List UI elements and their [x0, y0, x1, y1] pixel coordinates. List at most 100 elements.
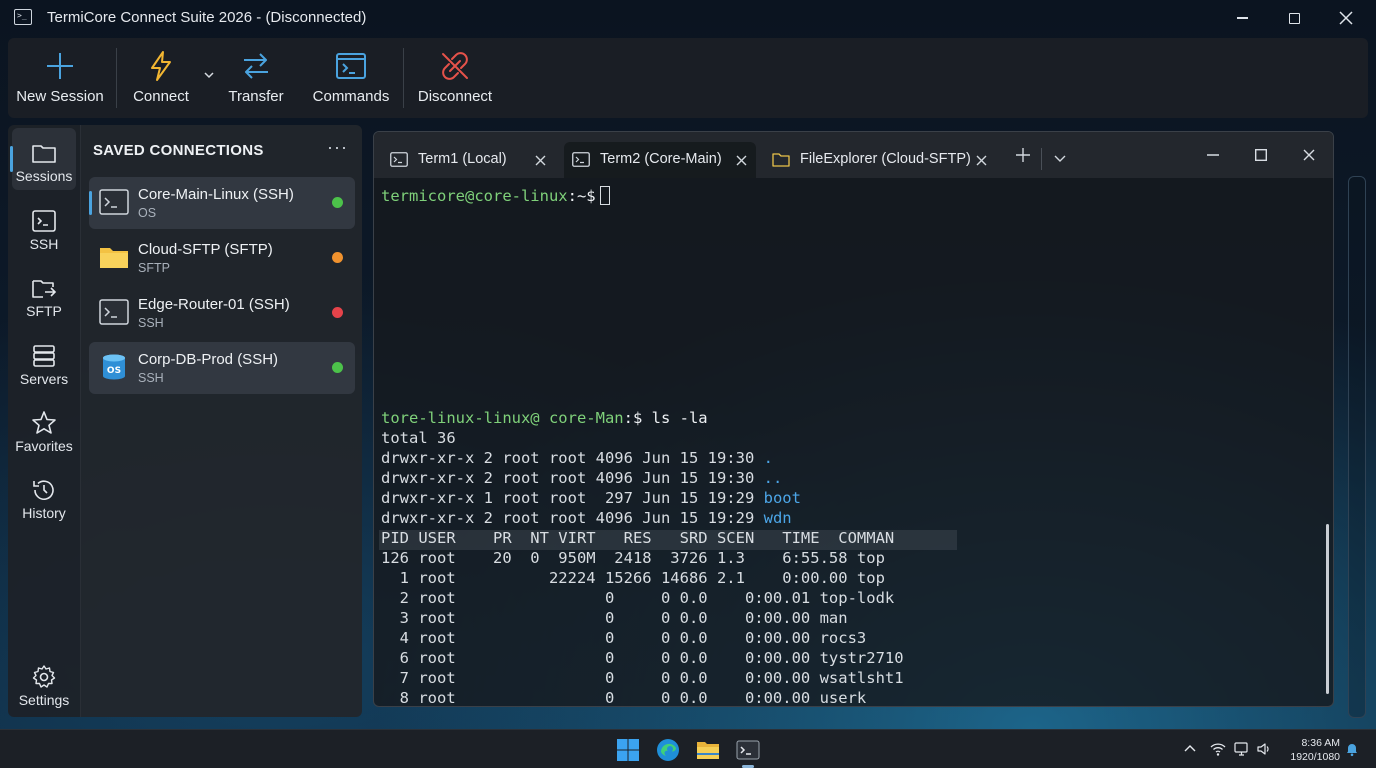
connection-item-cloud-sftp[interactable]: Cloud-SFTP (SFTP) SFTP: [89, 232, 355, 284]
rail-item-sftp[interactable]: SFTP: [12, 263, 76, 325]
rail-item-ssh[interactable]: SSH: [12, 196, 76, 258]
folder-transfer-icon: [32, 280, 57, 298]
connection-item-corp-db-prod[interactable]: OS Corp-DB-Prod (SSH) SSH: [89, 342, 355, 394]
process-row: 1 root 22224 15266 14686 2.1 0:00.00 top: [381, 569, 885, 587]
status-indicator: [332, 197, 343, 208]
new-session-button[interactable]: New Session: [14, 38, 106, 118]
rail-item-history[interactable]: History: [12, 465, 76, 527]
terminal-icon: [572, 152, 590, 167]
tab-label: Term1 (Local): [418, 151, 507, 167]
clock-time: 8:36 AM: [1301, 737, 1340, 749]
ribbon-divider: [116, 48, 117, 108]
connection-type: SFTP: [138, 261, 170, 275]
terminal-icon: [32, 210, 56, 232]
ribbon-toolbar: New Session Connect Transfer Commands Di…: [8, 38, 1368, 118]
disconnect-button[interactable]: Disconnect: [414, 38, 496, 118]
wifi-icon[interactable]: [1210, 741, 1226, 757]
file-explorer-icon[interactable]: [696, 738, 720, 762]
rail-label: Servers: [19, 371, 69, 387]
close-tab-icon[interactable]: [736, 155, 747, 166]
saved-connections-panel: SAVED CONNECTIONS ··· Core-Main-Linux (S…: [80, 125, 362, 717]
database-icon: OS: [103, 354, 125, 380]
maximize-button[interactable]: [1270, 0, 1318, 36]
ls-dir-name: wdn: [763, 509, 792, 527]
prompt-line: termicore@core-linux:~$: [381, 186, 610, 206]
lightning-icon: [151, 51, 171, 81]
app-terminal-icon: >_: [14, 9, 32, 25]
rail-item-settings[interactable]: Settings: [12, 652, 76, 714]
folder-icon: [100, 248, 128, 268]
terminal-window: Term1 (Local) Term2 (Core-Main) FileExpl…: [373, 131, 1334, 707]
close-button[interactable]: [1322, 0, 1370, 36]
terminal-icon: [390, 152, 408, 167]
ls-perm: drwxr-xr-x 1 root root 297 Jun 15 19:29: [381, 489, 764, 507]
panel-title: SAVED CONNECTIONS: [93, 142, 264, 159]
output-line: total 36: [381, 429, 456, 447]
process-row: 8 root 0 0 0.0 0:00.00 userk: [381, 689, 867, 707]
connection-name: Core-Main-Linux (SSH): [138, 186, 294, 203]
tab-list-chevron-icon[interactable]: [1054, 153, 1066, 163]
new-tab-plus-icon[interactable]: [1016, 148, 1030, 162]
window-scrollbar-track[interactable]: [1348, 176, 1366, 718]
maximize-icon: [1288, 12, 1300, 24]
rail-label: History: [22, 505, 66, 521]
ls-dir-name: boot: [763, 489, 801, 507]
close-tab-icon[interactable]: [976, 155, 987, 166]
notification-bell-icon[interactable]: [1344, 741, 1360, 757]
status-indicator: [332, 252, 343, 263]
close-icon: [1339, 11, 1353, 25]
system-clock[interactable]: 8:36 AM 1920/1080: [1284, 736, 1340, 764]
transfer-button[interactable]: Transfer: [222, 38, 290, 118]
ls-dir-name: ..: [763, 469, 783, 487]
maximize-icon: [1255, 149, 1267, 161]
minimize-icon: [1236, 17, 1248, 19]
gear-icon: [32, 665, 56, 688]
tab-divider: [1041, 148, 1042, 170]
tab-label: FileExplorer (Cloud-SFTP): [800, 151, 971, 167]
rail-item-sessions[interactable]: Sessions: [10, 128, 76, 190]
process-table-header: PID USER PR NT VIRT RES SRD SCEN TIME CO…: [381, 529, 895, 547]
minimize-button[interactable]: [1218, 0, 1266, 36]
database-icon-text: OS: [107, 366, 121, 376]
terminal-screen[interactable]: termicore@core-linux:~$ tore-linux-linux…: [374, 178, 1333, 707]
taskbar: 8:36 AM 1920/1080: [0, 729, 1376, 768]
rail-label: SFTP: [26, 303, 62, 319]
edge-browser-icon[interactable]: [656, 738, 680, 762]
process-row: 4 root 0 0 0.0 0:00.00 rocs3: [381, 629, 867, 647]
terminal-maximize-button[interactable]: [1250, 144, 1272, 166]
title-bar: >_ TermiCore Connect Suite 2026 - (Disco…: [0, 0, 1376, 36]
process-row: 7 root 0 0 0.0 0:00.00 wsatlsht1: [381, 669, 904, 687]
rail-item-servers[interactable]: Servers: [12, 331, 76, 393]
windows-start-icon[interactable]: [616, 738, 640, 762]
tab-term2[interactable]: Term2 (Core-Main): [564, 142, 756, 178]
tab-term1[interactable]: Term1 (Local): [382, 142, 558, 178]
connect-button[interactable]: Connect: [128, 38, 194, 118]
new-session-label: New Session: [16, 88, 104, 105]
terminal-minimize-button[interactable]: [1202, 144, 1224, 166]
ls-perm: drwxr-xr-x 2 root root 4096 Jun 15 19:30: [381, 469, 764, 487]
terminal-close-button[interactable]: [1298, 144, 1320, 166]
rail-item-favorites[interactable]: Favorites: [12, 398, 76, 460]
chevron-up-icon[interactable]: [1182, 741, 1198, 757]
star-icon: [32, 411, 56, 434]
broken-link-icon: [442, 52, 468, 80]
more-options-icon[interactable]: ···: [327, 137, 348, 158]
rail-label: Sessions: [15, 168, 73, 184]
ls-row: drwxr-xr-x 2 root root 4096 Jun 15 19:29…: [381, 508, 792, 528]
connection-item-edge-router[interactable]: Edge-Router-01 (SSH) SSH: [89, 287, 355, 339]
connection-type: OS: [138, 206, 157, 220]
display-icon[interactable]: [1234, 741, 1250, 757]
tab-file-explorer[interactable]: FileExplorer (Cloud-SFTP): [764, 142, 1000, 178]
disconnect-label: Disconnect: [417, 88, 493, 105]
commands-label: Commands: [312, 88, 390, 105]
terminal-scrollbar[interactable]: [1326, 524, 1329, 694]
terminal-app-icon[interactable]: [736, 738, 760, 762]
minimize-icon: [1207, 154, 1219, 156]
volume-icon[interactable]: [1256, 741, 1272, 757]
terminal-icon: [99, 189, 129, 215]
close-tab-icon[interactable]: [535, 155, 546, 166]
connection-item-core-main-linux[interactable]: Core-Main-Linux (SSH) OS: [89, 177, 355, 229]
connection-type: SSH: [138, 371, 164, 385]
commands-button[interactable]: Commands: [308, 38, 394, 118]
connect-dropdown-chevron-icon[interactable]: [202, 68, 216, 82]
